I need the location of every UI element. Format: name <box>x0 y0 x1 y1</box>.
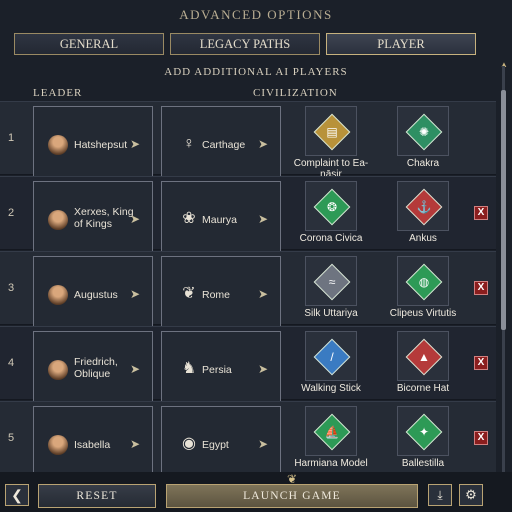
civilization-name: Maurya <box>202 214 238 226</box>
civilization-name: Carthage <box>202 139 246 151</box>
leader-name: Hatshepsut <box>74 139 128 151</box>
memento-slot[interactable]: ▲ <box>397 331 449 381</box>
civilization-selector[interactable]: ❦ Rome ➤ <box>161 256 281 330</box>
select-cursor-icon: ➤ <box>129 287 140 301</box>
player-number: 2 <box>8 207 15 219</box>
civilization-selector[interactable]: ◉ Egypt ➤ <box>161 406 281 472</box>
remove-player-button[interactable]: X <box>474 431 488 445</box>
launch-game-button[interactable]: LAUNCH GAME <box>166 484 418 508</box>
leader-portrait-icon <box>48 210 68 230</box>
memento-label: Walking Stick <box>301 383 361 394</box>
remove-player-button[interactable]: X <box>474 281 488 295</box>
reset-button[interactable]: RESET <box>38 484 156 508</box>
scrollbar[interactable]: ▲ ▼ <box>500 60 508 480</box>
memento-slot[interactable]: ✺ <box>397 106 449 156</box>
select-cursor-icon: ➤ <box>129 212 140 226</box>
leader-name: Isabella <box>74 439 111 451</box>
hat-icon: ▲ <box>405 338 443 376</box>
memento-slot[interactable]: ≈ <box>305 256 357 306</box>
select-cursor-icon: ➤ <box>129 362 140 376</box>
lion-icon: ♞ <box>181 360 197 377</box>
player-number: 5 <box>8 432 15 444</box>
player-row: 4 Friedrich, Oblique ➤ ♞ Persia ➤ / Walk… <box>0 326 496 405</box>
crest-icon: ❦ <box>286 472 298 486</box>
player-number: 4 <box>8 357 15 369</box>
leader-portrait-icon <box>48 285 68 305</box>
ship-icon: ⛵ <box>313 413 351 451</box>
wheel-icon: ✺ <box>405 113 443 151</box>
select-cursor-icon: ➤ <box>257 137 268 151</box>
player-list[interactable]: 1 Hatshepsut ➤ ♀ Carthage ➤ ▤ Complaint … <box>0 101 496 472</box>
page-title: ADVANCED OPTIONS <box>179 7 333 22</box>
civilization-selector[interactable]: ❀ Maurya ➤ <box>161 181 281 255</box>
select-cursor-icon: ➤ <box>257 212 268 226</box>
memento-slot[interactable]: ❂ <box>305 181 357 231</box>
tab-legacy-paths[interactable]: LEGACY PATHS <box>170 33 320 55</box>
select-cursor-icon: ➤ <box>129 437 140 451</box>
stick-icon: / <box>313 338 351 376</box>
scroll-thumb[interactable] <box>501 90 506 330</box>
leader-name: Augustus <box>74 289 118 301</box>
laurel-icon: ❦ <box>182 285 196 302</box>
memento-slot[interactable]: ✦ <box>397 406 449 456</box>
carthage-tanit-icon: ♀ <box>183 135 195 152</box>
civilization-selector[interactable]: ♀ Carthage ➤ <box>161 106 281 180</box>
player-row: 2 Xerxes, King of Kings ➤ ❀ Maurya ➤ ❂ C… <box>0 176 496 255</box>
select-cursor-icon: ➤ <box>257 437 268 451</box>
player-row: 5 Isabella ➤ ◉ Egypt ➤ ⛵ Harmiana Model … <box>0 401 496 472</box>
memento-label: Ankus <box>409 233 437 244</box>
settings-button[interactable]: ⚙ <box>459 484 483 506</box>
leader-name: Friedrich, Oblique <box>74 356 118 380</box>
leader-column-header: LEADER <box>33 87 83 99</box>
hook-icon: ⚓ <box>405 188 443 226</box>
memento-slot[interactable]: / <box>305 331 357 381</box>
civilization-name: Egypt <box>202 439 229 451</box>
leader-name: Xerxes, King of Kings <box>74 206 134 230</box>
memento-slot[interactable]: ◍ <box>397 256 449 306</box>
civilization-name: Rome <box>202 289 231 301</box>
tab-player[interactable]: PLAYER <box>326 33 476 55</box>
tab-general[interactable]: GENERAL <box>14 33 164 55</box>
memento-slot[interactable]: ⛵ <box>305 406 357 456</box>
memento-label: Bicorne Hat <box>396 383 450 394</box>
memento-label: Ballestilla <box>401 458 445 469</box>
instrument-icon: ✦ <box>405 413 443 451</box>
select-cursor-icon: ➤ <box>257 362 268 376</box>
leader-selector[interactable]: Friedrich, Oblique ➤ <box>33 331 153 405</box>
tablet-icon: ▤ <box>313 113 351 151</box>
civilization-selector[interactable]: ♞ Persia ➤ <box>161 331 281 405</box>
leader-selector[interactable]: Augustus ➤ <box>33 256 153 330</box>
memento-label: Clipeus Virtutis <box>389 308 457 319</box>
leader-portrait-icon <box>48 360 68 380</box>
leader-selector[interactable]: Xerxes, King of Kings ➤ <box>33 181 153 255</box>
player-number: 3 <box>8 282 15 294</box>
civilization-column-header: CIVILIZATION <box>253 87 338 99</box>
player-number: 1 <box>8 132 15 144</box>
memento-label: Harmiana Model <box>294 458 368 469</box>
section-subtitle: ADD ADDITIONAL AI PLAYERS <box>164 66 348 78</box>
leader-portrait-icon <box>48 435 68 455</box>
back-button[interactable]: ❮ <box>5 484 29 506</box>
wreath-icon: ❂ <box>313 188 351 226</box>
memento-label: Corona Civica <box>299 233 363 244</box>
player-row: 3 Augustus ➤ ❦ Rome ➤ ≈ Silk Uttariya ◍ … <box>0 251 496 330</box>
shield-icon: ◍ <box>405 263 443 301</box>
memento-label: Silk Uttariya <box>304 308 358 319</box>
memento-label: Chakra <box>406 158 440 169</box>
memento-slot[interactable]: ⚓ <box>397 181 449 231</box>
remove-player-button[interactable]: X <box>474 206 488 220</box>
select-cursor-icon: ➤ <box>129 137 140 151</box>
player-row: 1 Hatshepsut ➤ ♀ Carthage ➤ ▤ Complaint … <box>0 101 496 180</box>
eye-of-horus-icon: ◉ <box>182 435 196 452</box>
civilization-name: Persia <box>202 364 232 376</box>
select-cursor-icon: ➤ <box>257 287 268 301</box>
lotus-icon: ❀ <box>182 210 196 227</box>
leader-portrait-icon <box>48 135 68 155</box>
memento-slot[interactable]: ▤ <box>305 106 357 156</box>
scarf-icon: ≈ <box>313 263 351 301</box>
leader-selector[interactable]: Isabella ➤ <box>33 406 153 472</box>
remove-player-button[interactable]: X <box>474 356 488 370</box>
download-button[interactable]: ⤓ <box>428 484 452 506</box>
leader-selector[interactable]: Hatshepsut ➤ <box>33 106 153 180</box>
